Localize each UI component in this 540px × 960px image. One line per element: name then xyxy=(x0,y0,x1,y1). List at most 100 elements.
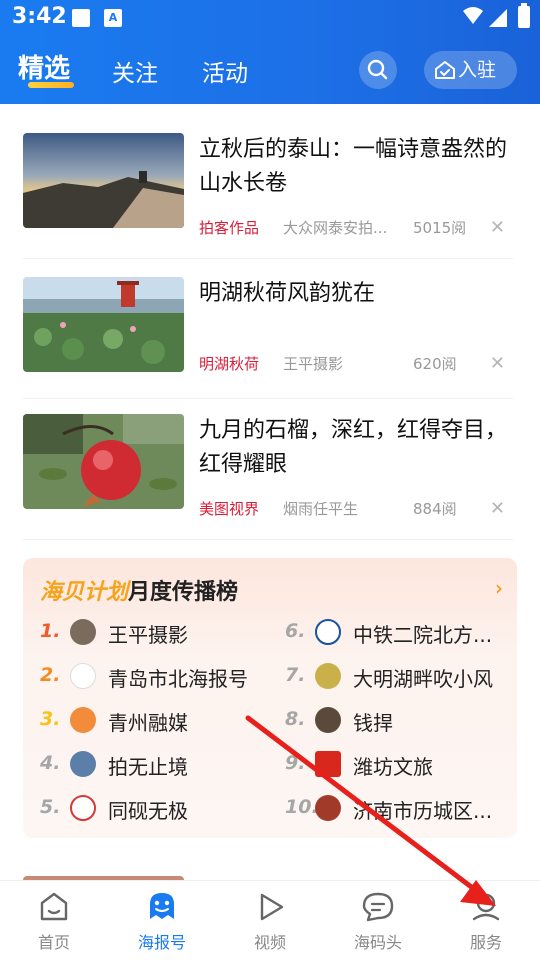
rank-number: 2. xyxy=(40,664,61,686)
close-icon[interactable]: ✕ xyxy=(490,355,505,373)
article-title: 九月的石榴，深红，红得夺目，红得耀眼 xyxy=(199,418,508,477)
nav-haibao-label: 海报号 xyxy=(137,933,186,952)
status-bar: 3:42 A xyxy=(0,0,540,36)
tab-activity[interactable]: 活动 xyxy=(202,54,248,88)
nav-service-label: 服务 xyxy=(469,933,502,952)
rank-number: 5. xyxy=(40,796,61,818)
nav-video[interactable]: 视频 xyxy=(216,881,324,960)
article-read-count: 884阅 xyxy=(413,500,457,518)
article-tag[interactable]: 美图视界 xyxy=(199,500,259,518)
rank-number: 7. xyxy=(285,664,306,686)
rank-name: 青岛市北海报号 xyxy=(108,667,248,691)
close-icon[interactable]: ✕ xyxy=(490,219,505,237)
ranking-item[interactable]: 6. 中铁二院北方... xyxy=(285,618,515,648)
house-check-icon xyxy=(435,61,455,79)
avatar xyxy=(315,707,341,733)
ranking-title-rest: 月度传播榜 xyxy=(128,580,239,605)
nav-home-label: 首页 xyxy=(37,933,70,952)
nav-service[interactable]: 服务 xyxy=(432,881,540,960)
ranking-item[interactable]: 9. 潍坊文旅 xyxy=(285,750,515,780)
article-thumbnail xyxy=(23,277,184,372)
ranking-item[interactable]: 2. 青岛市北海报号 xyxy=(40,662,270,692)
ranking-item[interactable]: 7. 大明湖畔吹小风 xyxy=(285,662,515,692)
nav-video-label: 视频 xyxy=(253,933,286,952)
battery-icon xyxy=(518,3,530,28)
article-read-count: 620阅 xyxy=(413,355,457,373)
top-header: 3:42 A 精选 关注 活动 入驻 xyxy=(0,0,540,104)
rank-number: 4. xyxy=(40,752,61,774)
avatar xyxy=(70,795,96,821)
rank-name: 潍坊文旅 xyxy=(353,755,433,779)
avatar xyxy=(70,663,96,689)
tab-follow[interactable]: 关注 xyxy=(112,54,158,88)
article-meta: 明湖秋荷 王平摄影 620阅 xyxy=(199,353,457,374)
article-meta: 美图视界 烟雨任平生 884阅 xyxy=(199,498,457,519)
ranking-item[interactable]: 3. 青州融媒 xyxy=(40,706,270,736)
ranking-item[interactable]: 8. 钱捍 xyxy=(285,706,515,736)
notification-icon xyxy=(72,9,90,27)
app-notification-icon: A xyxy=(104,9,122,27)
bottom-nav: 首页 海报号 视频 海码头 服务 xyxy=(0,880,540,960)
article-title: 明湖秋荷风韵犹在 xyxy=(199,281,376,306)
rank-number: 3. xyxy=(40,708,61,730)
ranking-item[interactable]: 4. 拍无止境 xyxy=(40,750,270,780)
nav-home[interactable]: 首页 xyxy=(0,881,108,960)
chevron-right-icon[interactable]: › xyxy=(495,576,503,600)
rank-number: 10. xyxy=(285,796,319,818)
avatar xyxy=(70,751,96,777)
ranking-item[interactable]: 10. 济南市历城区... xyxy=(285,794,515,824)
rank-name: 同砚无极 xyxy=(108,799,188,823)
avatar xyxy=(315,795,341,821)
search-button[interactable] xyxy=(359,51,397,89)
join-label: 入驻 xyxy=(458,59,497,81)
article-tag[interactable]: 拍客作品 xyxy=(199,219,259,237)
nav-haibao[interactable]: 海报号 xyxy=(108,881,216,960)
nav-haimatou[interactable]: 海码头 xyxy=(324,881,432,960)
article-source: 王平摄影 xyxy=(283,355,344,373)
rank-number: 6. xyxy=(285,620,306,642)
search-icon xyxy=(367,59,388,80)
ranking-item[interactable]: 1. 王平摄影 xyxy=(40,618,270,648)
home-icon xyxy=(40,892,68,921)
avatar xyxy=(315,663,341,689)
article-tag[interactable]: 明湖秋荷 xyxy=(199,355,259,373)
user-icon xyxy=(472,893,500,921)
status-time: 3:42 xyxy=(12,4,67,29)
join-button[interactable]: 入驻 xyxy=(424,51,517,89)
rank-name: 大明湖畔吹小风 xyxy=(353,667,493,691)
haibao-icon xyxy=(150,893,174,919)
rank-number: 8. xyxy=(285,708,306,730)
play-icon xyxy=(260,893,284,921)
wifi-icon xyxy=(463,7,483,24)
avatar xyxy=(315,751,341,777)
avatar xyxy=(70,707,96,733)
nav-haimatou-label: 海码头 xyxy=(353,933,402,952)
article-source: 烟雨任平生 xyxy=(283,500,359,518)
article-meta: 拍客作品 大众网泰安拍... 5015阅 xyxy=(199,217,466,238)
rank-name: 拍无止境 xyxy=(108,755,188,779)
rank-number: 9. xyxy=(285,752,306,774)
ranking-title-highlight: 海贝计划 xyxy=(40,580,129,605)
article-card[interactable]: 九月的石榴，深红，红得夺目，红得耀眼 美图视界 烟雨任平生 884阅 ✕ xyxy=(23,414,513,540)
rank-name: 钱捍 xyxy=(353,711,393,735)
ranking-title: 海贝计划月度传播榜 xyxy=(40,574,238,606)
ranking-card[interactable]: 海贝计划月度传播榜 › 1. 王平摄影 2. 青岛市北海报号 3. 青州融媒 4… xyxy=(23,558,517,838)
active-tab-indicator xyxy=(28,82,74,88)
article-title: 立秋后的泰山：一幅诗意盎然的山水长卷 xyxy=(199,137,508,196)
rank-number: 1. xyxy=(40,620,61,642)
chat-icon xyxy=(362,892,394,922)
rank-name: 中铁二院北方... xyxy=(353,623,493,647)
article-thumbnail xyxy=(23,414,184,509)
rank-name: 王平摄影 xyxy=(108,623,188,647)
ranking-item[interactable]: 5. 同砚无极 xyxy=(40,794,270,824)
article-source: 大众网泰安拍... xyxy=(283,219,388,237)
close-icon[interactable]: ✕ xyxy=(490,500,505,518)
signal-icon xyxy=(489,9,507,27)
article-read-count: 5015阅 xyxy=(413,219,467,237)
article-card[interactable]: 明湖秋荷风韵犹在 明湖秋荷 王平摄影 620阅 ✕ xyxy=(23,277,513,399)
avatar xyxy=(315,619,341,645)
tab-featured[interactable]: 精选 xyxy=(18,48,70,85)
article-card[interactable]: 立秋后的泰山：一幅诗意盎然的山水长卷 拍客作品 大众网泰安拍... 5015阅 … xyxy=(23,133,513,259)
rank-name: 青州融媒 xyxy=(108,711,188,735)
rank-name: 济南市历城区... xyxy=(353,799,493,823)
